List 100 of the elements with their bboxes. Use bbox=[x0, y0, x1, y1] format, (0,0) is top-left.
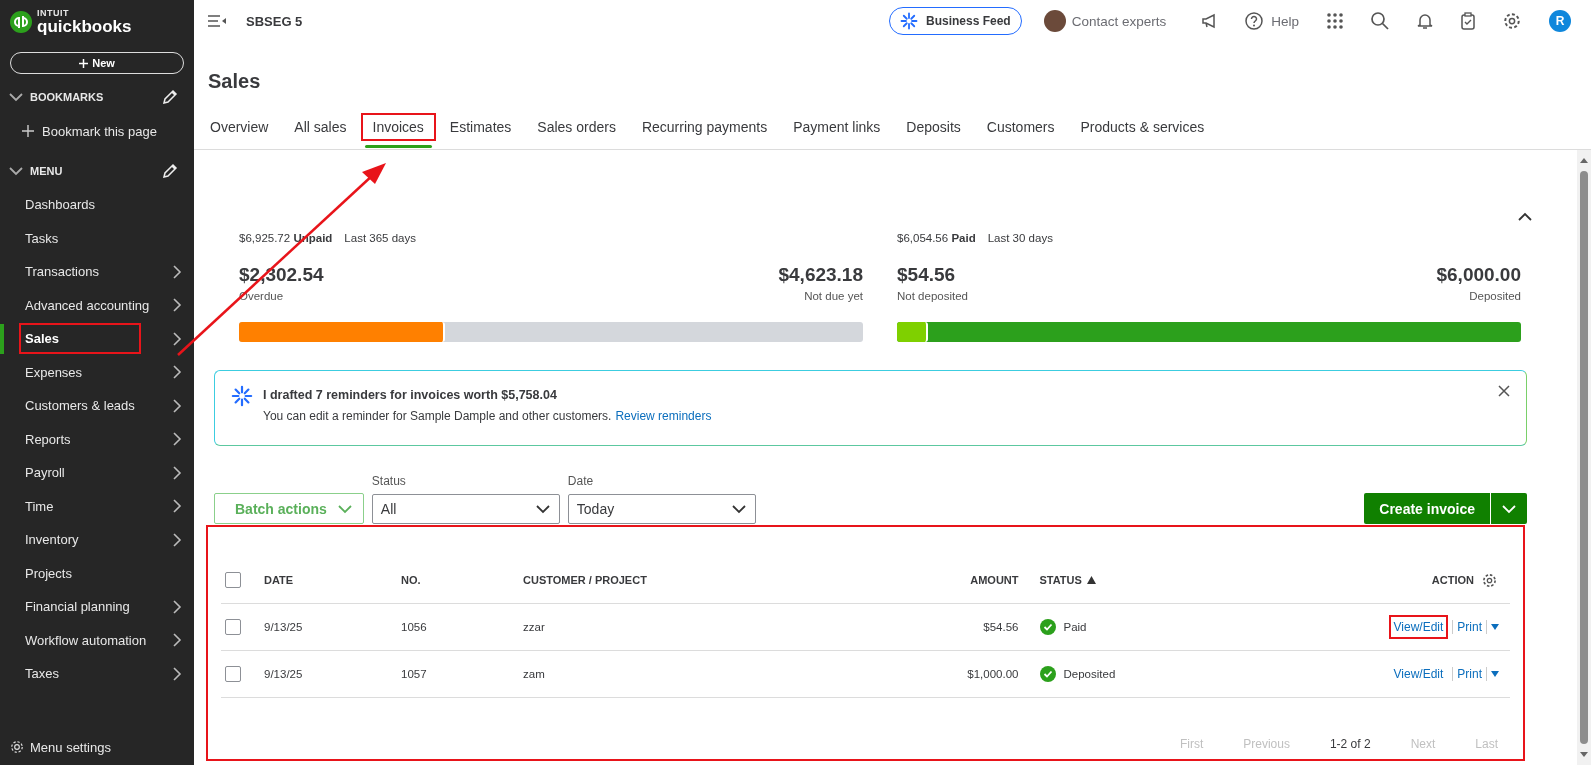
tab[interactable]: Customers bbox=[974, 113, 1067, 149]
pencil-icon[interactable] bbox=[162, 163, 178, 179]
tab[interactable]: Deposits bbox=[894, 113, 973, 149]
megaphone-icon[interactable] bbox=[1201, 13, 1218, 29]
help-icon bbox=[1245, 12, 1264, 30]
column-header[interactable]: AMOUNT bbox=[970, 574, 1019, 586]
user-avatar[interactable]: R bbox=[1549, 10, 1571, 32]
menu-item[interactable]: Time bbox=[0, 489, 194, 523]
menu-settings[interactable]: Menu settings bbox=[0, 729, 194, 765]
menu-item[interactable]: Sales bbox=[0, 322, 194, 356]
table-cell: 9/13/25 bbox=[264, 668, 303, 680]
caret-icon[interactable] bbox=[1491, 671, 1499, 677]
tab[interactable]: Sales orders bbox=[525, 113, 628, 149]
menu-item[interactable]: Dashboards bbox=[0, 188, 194, 222]
close-icon[interactable] bbox=[1498, 385, 1510, 397]
apps-grid-icon[interactable] bbox=[1327, 13, 1343, 29]
business-feed-button[interactable]: Business Feed bbox=[889, 7, 1022, 35]
menu-item[interactable]: Advanced accounting bbox=[0, 288, 194, 322]
date-dropdown[interactable]: Today bbox=[567, 494, 756, 524]
chevron-icon bbox=[172, 665, 182, 682]
brand-label: INTUIT bbox=[37, 9, 70, 18]
create-invoice-button[interactable]: Create invoice bbox=[1364, 493, 1490, 524]
contact-experts-link[interactable]: Contact experts bbox=[1043, 10, 1167, 32]
pencil-icon[interactable] bbox=[162, 89, 178, 105]
column-header[interactable]: STATUS bbox=[1039, 574, 1096, 586]
summary-total: $6,054.56 Paid bbox=[897, 232, 976, 244]
scroll-up-icon[interactable] bbox=[1580, 158, 1588, 163]
menu-item-label: Time bbox=[24, 497, 55, 516]
menu-item-label: Expenses bbox=[24, 363, 84, 382]
scrollbar[interactable] bbox=[1577, 150, 1591, 765]
plus-icon bbox=[22, 125, 34, 137]
menu-item[interactable]: Taxes bbox=[0, 657, 194, 691]
view-edit-link[interactable]: View/Edit bbox=[1388, 615, 1449, 639]
menu-item[interactable]: Financial planning bbox=[0, 590, 194, 624]
caret-icon bbox=[336, 503, 353, 514]
menu-icon[interactable] bbox=[208, 14, 226, 28]
dropdown-button[interactable] bbox=[1490, 493, 1527, 524]
column-header[interactable]: DATE bbox=[264, 574, 294, 586]
view-edit-link[interactable]: View/Edit bbox=[1388, 662, 1449, 686]
menu-item-label: Taxes bbox=[24, 665, 60, 684]
status-text: Deposited bbox=[1063, 668, 1116, 680]
tab[interactable]: Recurring payments bbox=[629, 113, 780, 149]
settings-icon[interactable] bbox=[1482, 572, 1497, 588]
menu-item-label: Sales bbox=[19, 323, 141, 355]
section-title[interactable]: BOOKMARKS bbox=[30, 91, 156, 103]
tab[interactable]: Payment links bbox=[781, 113, 893, 149]
checkbox[interactable] bbox=[225, 666, 241, 682]
collapse-icon[interactable] bbox=[1517, 212, 1533, 222]
menu-item[interactable]: Workflow automation bbox=[0, 623, 194, 657]
search-icon[interactable] bbox=[1371, 12, 1389, 30]
tab[interactable]: Products & services bbox=[1068, 113, 1217, 149]
scroll-down-icon[interactable] bbox=[1580, 752, 1588, 757]
checkbox[interactable] bbox=[225, 572, 241, 588]
tab[interactable]: Overview bbox=[198, 113, 281, 149]
print-link[interactable]: Print bbox=[1457, 620, 1482, 634]
table-cell: $1,000.00 bbox=[967, 668, 1019, 680]
chevron-icon bbox=[172, 364, 182, 381]
column-header[interactable]: CUSTOMER / PROJECT bbox=[523, 574, 647, 586]
settings-icon[interactable] bbox=[1503, 12, 1521, 30]
caret-icon[interactable] bbox=[1491, 624, 1499, 630]
tab[interactable]: Estimates bbox=[437, 113, 524, 149]
page-title: Sales bbox=[208, 70, 262, 93]
section-title[interactable]: MENU bbox=[30, 165, 156, 177]
brand-name: quickbooks bbox=[37, 18, 132, 35]
bookmark-item[interactable]: Bookmark this page bbox=[0, 114, 194, 148]
menu-item[interactable]: Inventory bbox=[0, 523, 194, 557]
sort-icon bbox=[1086, 576, 1096, 584]
column-header[interactable]: NO. bbox=[401, 574, 421, 586]
menu-item-label: Tasks bbox=[24, 229, 60, 248]
checkbox[interactable] bbox=[225, 619, 241, 635]
menu-item[interactable]: Tasks bbox=[0, 221, 194, 255]
bell-icon[interactable] bbox=[1417, 12, 1433, 30]
menu-item[interactable]: Reports bbox=[0, 422, 194, 456]
summary-amount: $4,623.18 bbox=[778, 264, 863, 286]
summary-amount: $6,000.00 bbox=[1436, 264, 1521, 286]
sparkle-icon bbox=[231, 385, 253, 407]
menu-item[interactable]: Expenses bbox=[0, 355, 194, 389]
sparkle-icon bbox=[900, 12, 918, 30]
review-reminders-link[interactable]: Review reminders bbox=[615, 409, 712, 423]
menu-item[interactable]: Customers & leads bbox=[0, 389, 194, 423]
chevron-icon bbox=[172, 263, 182, 280]
help-link[interactable]: Help bbox=[1245, 12, 1299, 30]
status-dropdown[interactable]: All bbox=[371, 494, 560, 524]
menu-item[interactable]: Payroll bbox=[0, 456, 194, 490]
clipboard-icon[interactable] bbox=[1461, 12, 1475, 30]
summary-period: Last 30 days bbox=[987, 232, 1053, 244]
menu-item-label: Advanced accounting bbox=[24, 296, 151, 315]
table-cell: 1057 bbox=[401, 668, 427, 680]
gear-icon bbox=[10, 740, 24, 754]
chevron-icon bbox=[172, 632, 182, 649]
menu-item[interactable]: Projects bbox=[0, 556, 194, 590]
tab[interactable]: All sales bbox=[282, 113, 359, 149]
print-link[interactable]: Print bbox=[1457, 667, 1482, 681]
chevron-icon bbox=[172, 431, 182, 448]
table-cell: 9/13/25 bbox=[264, 621, 303, 633]
column-header[interactable]: ACTION bbox=[1431, 574, 1474, 586]
table-cell: zzar bbox=[523, 621, 545, 633]
menu-item[interactable]: Transactions bbox=[0, 255, 194, 289]
caret-icon bbox=[534, 504, 551, 514]
chevron-icon bbox=[172, 397, 182, 414]
